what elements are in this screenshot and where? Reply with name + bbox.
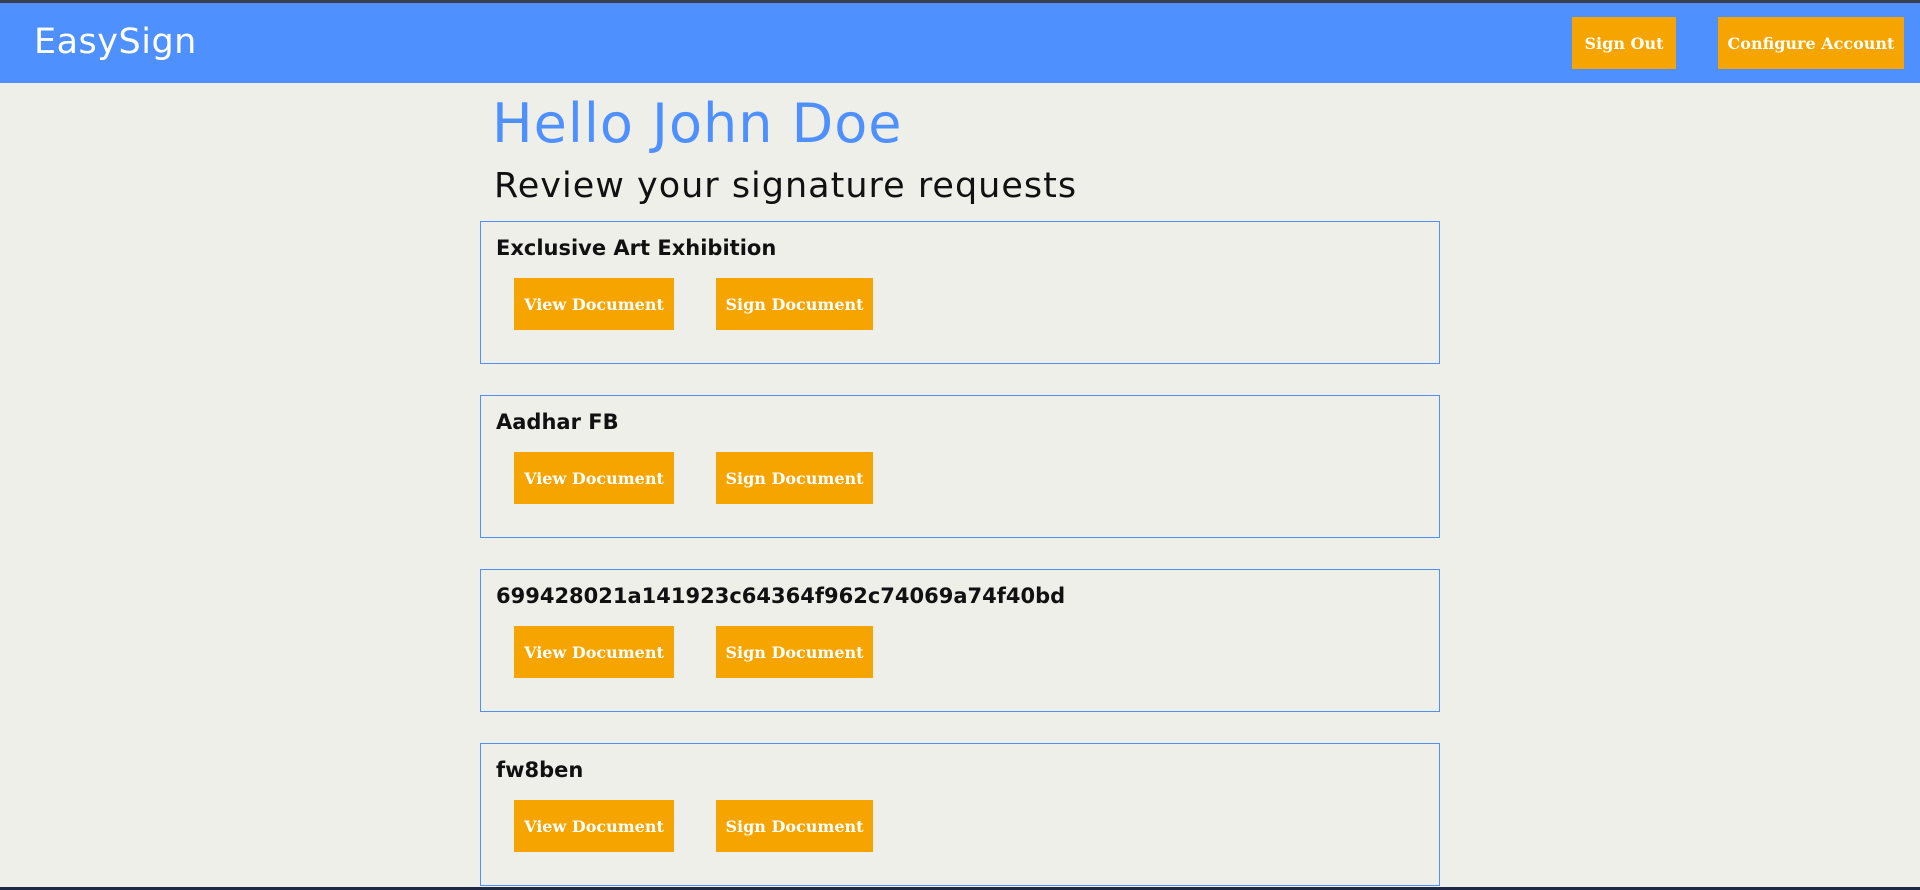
signature-requests-list: Exclusive Art Exhibition View Document S…	[480, 221, 1440, 890]
view-document-button[interactable]: View Document	[514, 800, 674, 852]
request-title: Exclusive Art Exhibition	[496, 236, 777, 260]
view-document-button[interactable]: View Document	[514, 626, 674, 678]
configure-account-button[interactable]: Configure Account	[1718, 17, 1904, 69]
sign-document-button[interactable]: Sign Document	[716, 452, 873, 504]
sign-document-button[interactable]: Sign Document	[716, 800, 873, 852]
sign-document-button[interactable]: Sign Document	[716, 278, 873, 330]
greeting-heading: Hello John Doe	[492, 92, 903, 155]
view-document-button[interactable]: View Document	[514, 278, 674, 330]
request-title: fw8ben	[496, 758, 584, 782]
request-card: Exclusive Art Exhibition View Document S…	[480, 221, 1440, 364]
sign-document-button[interactable]: Sign Document	[716, 626, 873, 678]
page-subheading: Review your signature requests	[494, 166, 1078, 206]
view-document-button[interactable]: View Document	[514, 452, 674, 504]
request-title: 699428021a141923c64364f962c74069a74f40bd	[496, 584, 1066, 608]
navbar: EasySign Sign Out Configure Account	[0, 3, 1920, 83]
request-title: Aadhar FB	[496, 410, 619, 434]
request-card: Aadhar FB View Document Sign Document	[480, 395, 1440, 538]
request-card: 699428021a141923c64364f962c74069a74f40bd…	[480, 569, 1440, 712]
request-card: fw8ben View Document Sign Document	[480, 743, 1440, 886]
sign-out-button[interactable]: Sign Out	[1572, 17, 1676, 69]
brand-logo[interactable]: EasySign	[34, 20, 197, 64]
